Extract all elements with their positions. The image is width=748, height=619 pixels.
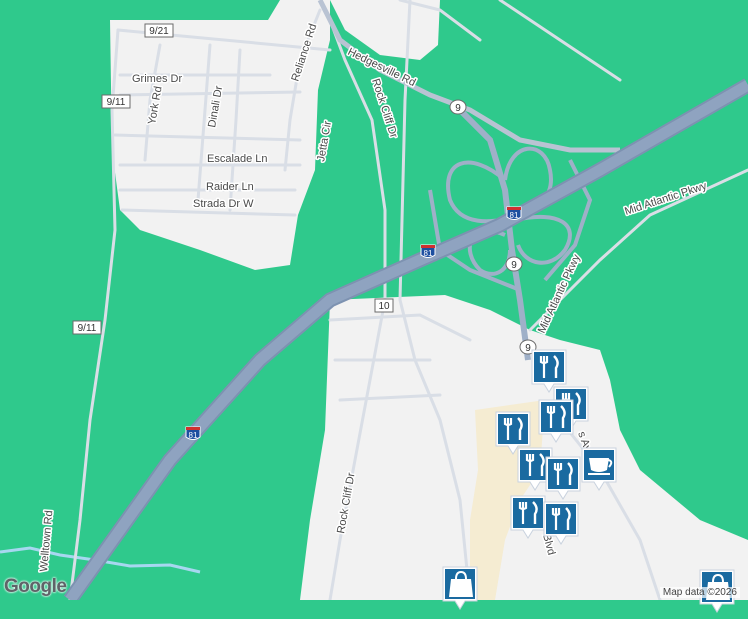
shield-interstate-81-south: 81 xyxy=(185,426,201,440)
svg-text:9/21: 9/21 xyxy=(149,26,169,37)
shield-route-921: 9/21 xyxy=(144,23,174,38)
label-raider-ln: Raider Ln xyxy=(206,181,254,193)
shield-route-9-north: 9 xyxy=(449,99,467,115)
label-mid-atlantic-pkwy-east: Mid Atlantic Pkwy xyxy=(623,180,709,218)
restaurant-pin-6[interactable] xyxy=(544,455,582,501)
map-attribution[interactable]: Map data ©2026 xyxy=(659,587,740,598)
label-welltown-rd: Welltown Rd xyxy=(38,510,55,572)
developed-area-north-east xyxy=(330,0,440,60)
shopping-pin-1[interactable] xyxy=(441,565,479,611)
shield-route-9-middle: 9 xyxy=(505,256,523,272)
svg-text:9: 9 xyxy=(455,103,461,114)
shield-interstate-81-middle: 81 xyxy=(420,244,436,258)
svg-text:9/11: 9/11 xyxy=(107,97,126,108)
restaurant-pin-8[interactable] xyxy=(542,500,580,546)
label-strada-dr-w: Strada Dr W xyxy=(193,198,254,210)
svg-text:81: 81 xyxy=(424,249,433,258)
svg-text:81: 81 xyxy=(510,211,519,220)
shield-interstate-81-north: 81 xyxy=(506,206,522,220)
svg-text:9: 9 xyxy=(511,260,517,271)
shield-route-10: 10 xyxy=(374,298,394,313)
svg-text:9/11: 9/11 xyxy=(78,323,97,334)
label-grimes-dr: Grimes Dr xyxy=(132,73,182,85)
shield-route-911-north: 9/11 xyxy=(101,94,131,109)
shield-route-911-south: 9/11 xyxy=(72,320,102,335)
google-logo[interactable]: Google xyxy=(4,576,67,598)
map-canvas[interactable]: 9/21 9/11 9/11 10 9 9 9 81 81 81 Hedgesv… xyxy=(0,0,748,600)
svg-text:10: 10 xyxy=(378,301,390,312)
svg-text:81: 81 xyxy=(189,431,198,440)
label-escalade-ln: Escalade Ln xyxy=(207,153,268,165)
cafe-pin[interactable] xyxy=(580,446,618,492)
restaurant-pin-3[interactable] xyxy=(537,398,575,444)
label-jetta-cir: Jetta Cir xyxy=(315,120,334,163)
